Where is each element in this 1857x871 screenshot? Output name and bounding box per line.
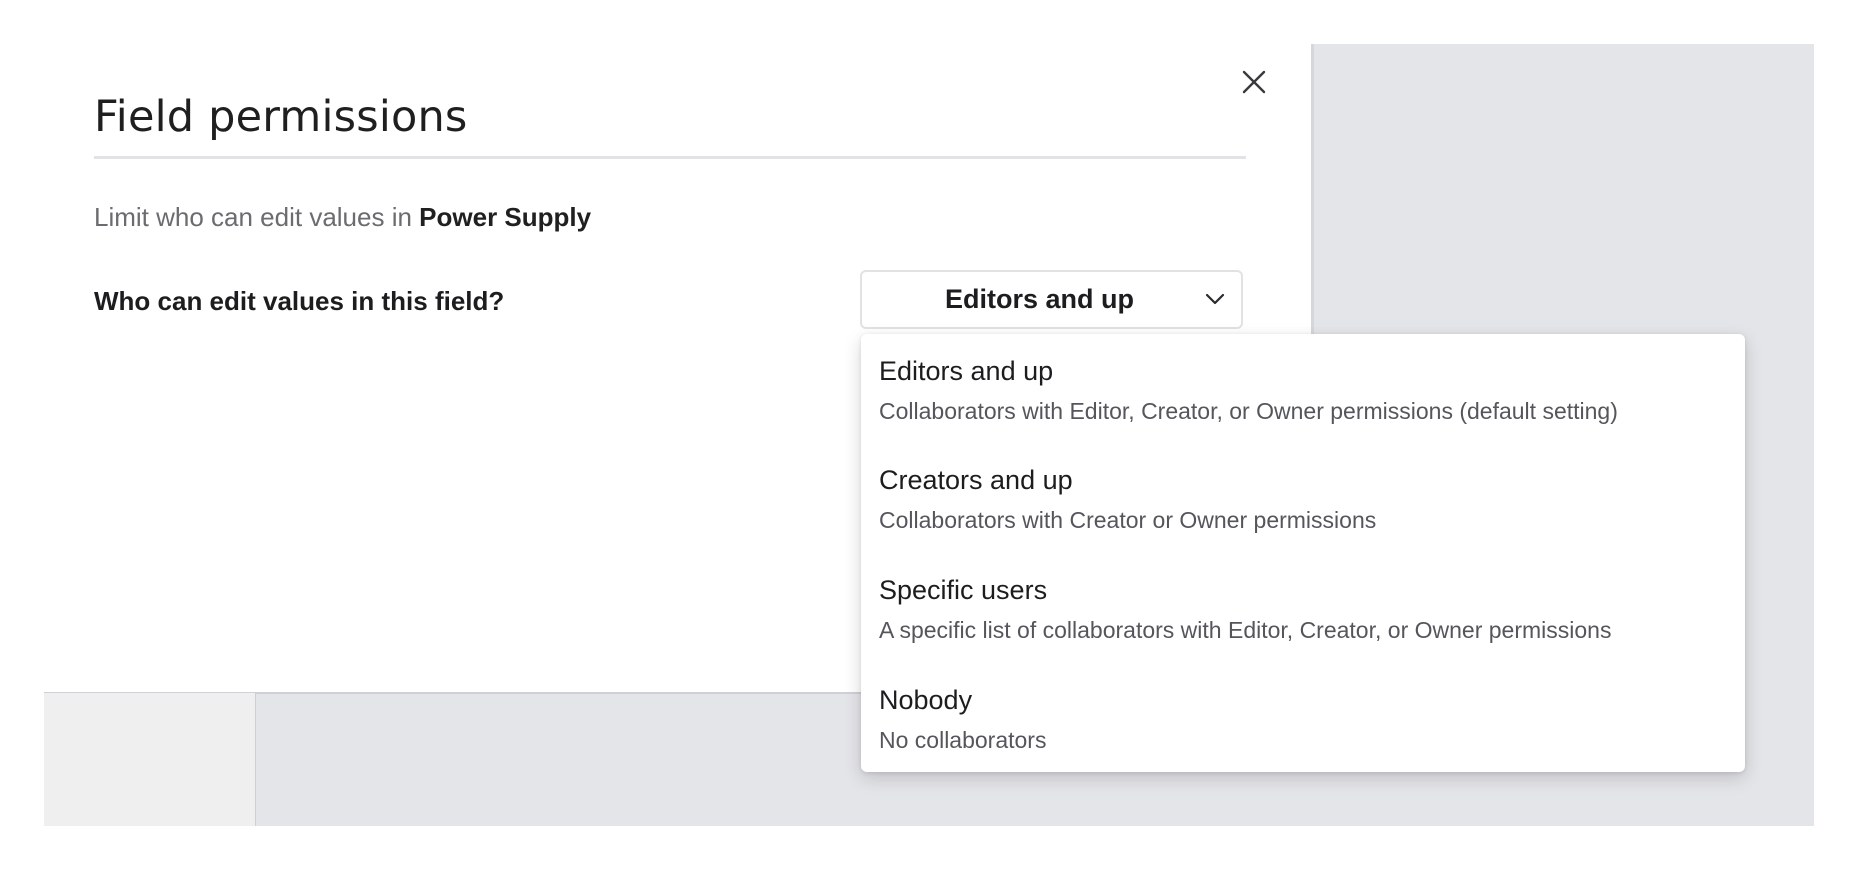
permission-select[interactable]: Editors and up [860,270,1243,329]
dialog-title: Field permissions [94,92,468,142]
dialog-subtitle: Limit who can edit values in Power Suppl… [94,202,591,233]
option-description: Collaborators with Creator or Owner perm… [879,507,1377,533]
chevron-down-icon [1205,293,1225,305]
option-description: A specific list of collaborators with Ed… [879,617,1612,643]
close-button[interactable] [1234,62,1274,102]
app-background: Field permissions Limit who can edit val… [44,44,1814,826]
option-title: Creators and up [879,465,1073,495]
title-divider [94,156,1246,159]
app-sidebar-footer [44,693,256,826]
permission-question: Who can edit values in this field? [94,286,505,316]
subtitle-prefix: Limit who can edit values in [94,202,420,232]
option-description: No collaborators [879,727,1047,753]
close-icon [1242,70,1266,94]
field-name: Power Supply [419,202,592,232]
option-title: Nobody [879,685,973,715]
option-title: Editors and up [879,356,1054,386]
option-editors-and-up[interactable]: Editors and up Collaborators with Editor… [861,334,1745,442]
option-specific-users[interactable]: Specific users A specific list of collab… [861,553,1745,661]
option-description: Collaborators with Editor, Creator, or O… [879,398,1618,424]
option-title: Specific users [879,575,1048,605]
permission-dropdown-menu: Editors and up Collaborators with Editor… [861,334,1745,772]
permission-select-value: Editors and up [945,284,1134,314]
option-creators-and-up[interactable]: Creators and up Collaborators with Creat… [861,443,1745,551]
option-nobody[interactable]: Nobody No collaborators [861,663,1745,771]
